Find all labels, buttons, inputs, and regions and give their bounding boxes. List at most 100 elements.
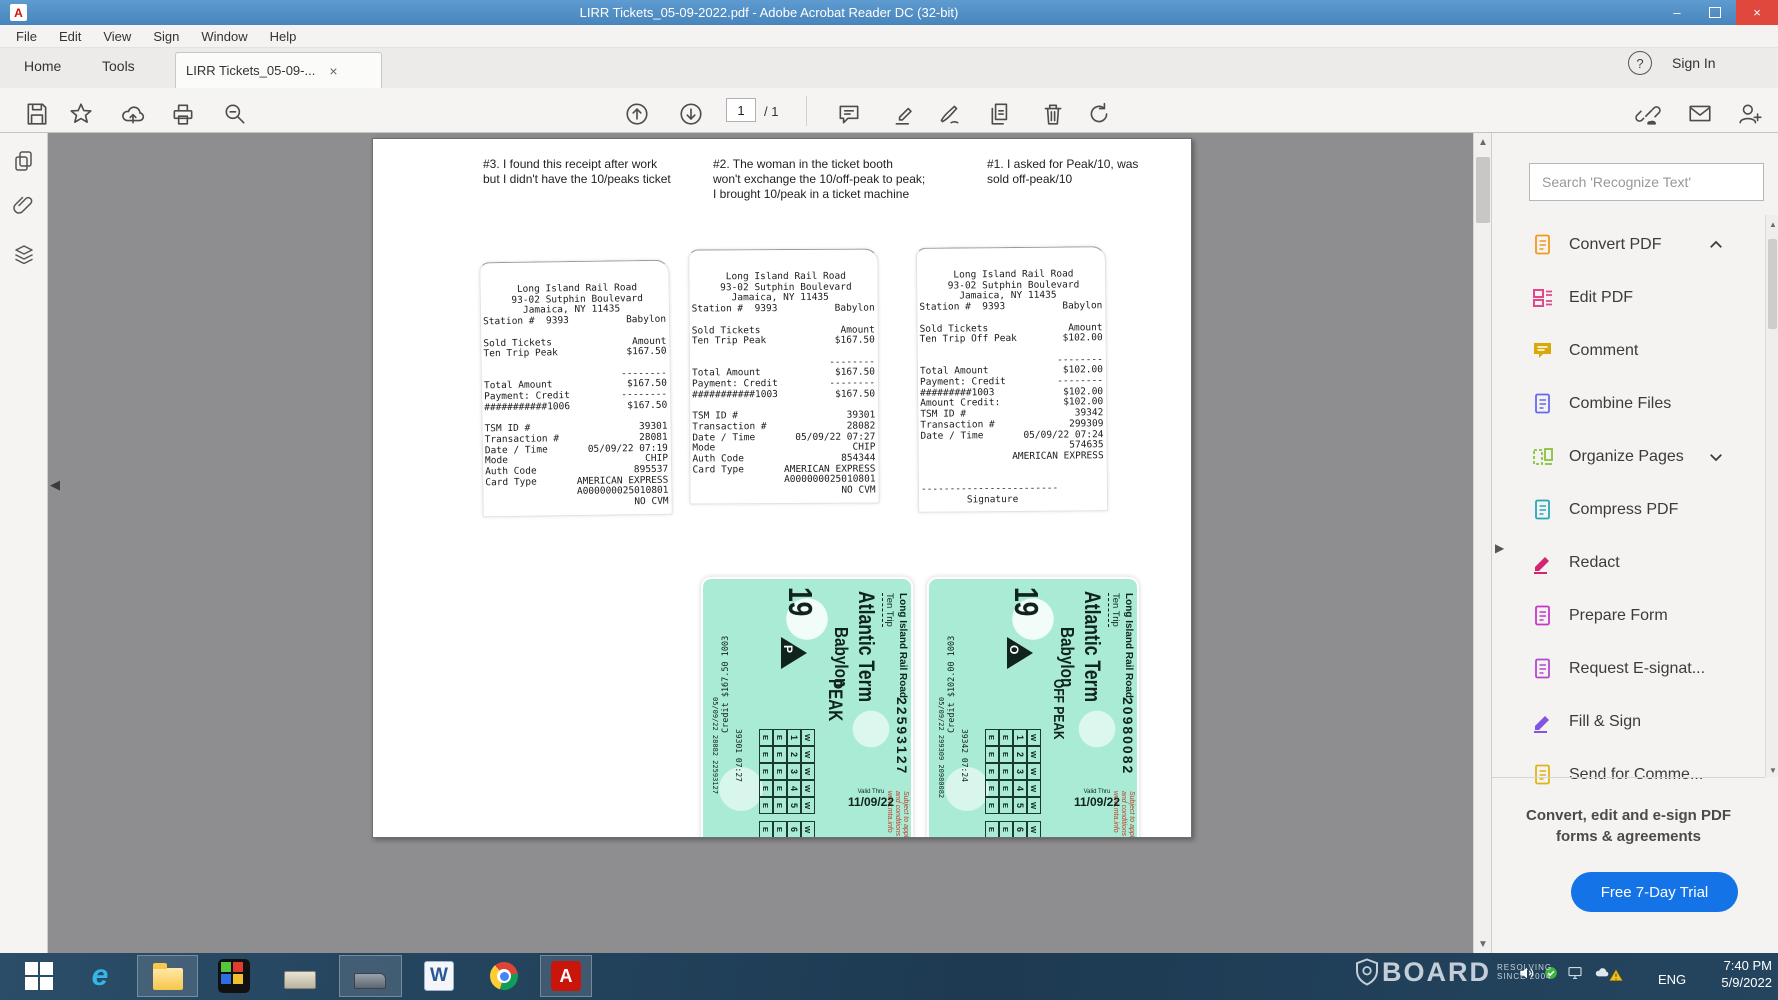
ticket-id-line: 39301 07:27 — [734, 729, 743, 782]
search-tools-input[interactable] — [1529, 163, 1764, 201]
page-number-input[interactable] — [726, 98, 756, 122]
close-button[interactable]: × — [1736, 0, 1778, 25]
favorite-star-icon[interactable] — [68, 101, 94, 127]
receipt-2-text: Long Island Rail Road 93-02 Sutphin Boul… — [691, 270, 876, 497]
panel-collapse-icon[interactable]: ▶ — [1495, 541, 1504, 555]
left-pane-collapse-icon[interactable]: ◀ — [50, 477, 60, 493]
start-button[interactable] — [23, 960, 55, 992]
export-pdf-icon[interactable] — [988, 101, 1014, 127]
minimize-button[interactable]: – — [1658, 0, 1696, 25]
previous-page-icon[interactable] — [624, 101, 650, 127]
tool-item-redact[interactable]: Redact — [1531, 536, 1757, 589]
help-icon[interactable]: ? — [1628, 51, 1652, 75]
comment-icon — [1531, 339, 1555, 363]
chevron-down-icon[interactable] — [1707, 448, 1725, 466]
ticket-origin: Atlantic Term — [854, 591, 879, 703]
menu-bar: File Edit View Sign Window Help — [0, 25, 1778, 48]
taskbar-printer-app[interactable] — [284, 960, 316, 992]
tool-item-comment[interactable]: Comment — [1531, 324, 1757, 377]
taskbar-chrome[interactable] — [488, 960, 520, 992]
tool-item-prepare-form[interactable]: Prepare Form — [1531, 589, 1757, 642]
warning-icon[interactable] — [1608, 968, 1624, 983]
ticket-punch-grid-1: WWWWW12345EEEEEEEEEE — [759, 729, 815, 814]
tool-item-label: Comment — [1569, 341, 1639, 359]
tab-home[interactable]: Home — [24, 58, 61, 74]
save-icon[interactable] — [24, 101, 50, 127]
comment-tool-icon[interactable] — [836, 101, 862, 127]
tool-item-convert-pdf[interactable]: Convert PDF — [1531, 218, 1757, 271]
pdf-note-2: #2. The woman in the ticket booth won't … — [713, 157, 926, 201]
network-monitor-icon[interactable] — [1566, 965, 1584, 981]
menu-edit[interactable]: Edit — [59, 29, 81, 44]
tool-item-send-for-comme[interactable]: Send for Comme... — [1531, 748, 1757, 801]
tool-item-compress-pdf[interactable]: Compress PDF — [1531, 483, 1757, 536]
ticket-punch-cell: W — [801, 729, 815, 746]
maximize-button[interactable] — [1696, 0, 1734, 25]
document-viewport[interactable]: ◀ #3. I found this receipt after work bu… — [48, 133, 1473, 953]
share-link-icon[interactable] — [1635, 101, 1661, 127]
ticket-punch-cell: E — [985, 797, 999, 814]
ticket-punch-cell: 6 — [1013, 821, 1027, 837]
taskbar-internet-explorer[interactable]: e — [84, 960, 116, 992]
scroll-down-icon[interactable]: ▼ — [1474, 935, 1492, 953]
share-cloud-icon[interactable] — [120, 101, 146, 127]
tool-item-combine-files[interactable]: Combine Files — [1531, 377, 1757, 430]
rotate-pages-icon[interactable] — [1086, 101, 1112, 127]
folder-icon — [153, 963, 183, 990]
document-scrollbar[interactable]: ▲ ▼ — [1473, 133, 1491, 953]
next-page-icon[interactable] — [678, 101, 704, 127]
panel-scroll-down-icon[interactable]: ▼ — [1766, 761, 1778, 779]
taskbar-acrobat[interactable]: A — [550, 960, 582, 992]
menu-sign[interactable]: Sign — [153, 29, 179, 44]
tab-close-icon[interactable]: × — [329, 63, 337, 79]
menu-file[interactable]: File — [16, 29, 37, 44]
ticket-punch-cell: E — [773, 729, 787, 746]
layers-icon[interactable] — [12, 243, 36, 267]
panel-scrollbar-thumb[interactable] — [1768, 239, 1777, 329]
tab-tools[interactable]: Tools — [102, 58, 135, 74]
ticket-punch-cell: W — [1027, 729, 1041, 746]
taskbar-file-explorer[interactable] — [152, 960, 184, 992]
delete-pages-icon[interactable] — [1040, 101, 1066, 127]
scrollbar-thumb[interactable] — [1476, 157, 1490, 223]
ticket-punch-cell: W — [1027, 746, 1041, 763]
email-icon[interactable] — [1687, 101, 1713, 127]
sign-in-link[interactable]: Sign In — [1672, 55, 1716, 71]
chevron-up-icon[interactable] — [1707, 236, 1725, 254]
screen: A LIRR Tickets_05-09-2022.pdf - Adobe Ac… — [0, 0, 1778, 1000]
ticket-bottom-line: 05/09/22 299309 20980082 — [937, 697, 945, 799]
ticket-punch-grid-2: WWWWW678910EEEEEEEEEE — [985, 821, 1041, 837]
highlight-tool-icon[interactable] — [892, 101, 918, 127]
taskbar-word[interactable]: W — [423, 960, 455, 992]
search-zoom-icon[interactable] — [222, 101, 248, 127]
menu-help[interactable]: Help — [270, 29, 297, 44]
sign-pen-icon[interactable] — [936, 101, 962, 127]
left-tool-strip — [0, 133, 48, 953]
panel-scrollbar[interactable]: ▲ ▼ — [1765, 215, 1778, 777]
ticket-punch-cell: E — [999, 729, 1013, 746]
panel-scroll-up-icon[interactable]: ▲ — [1766, 215, 1778, 233]
chrome-icon — [490, 962, 518, 990]
taskbar-scanner-app[interactable] — [354, 960, 386, 992]
pdf-page[interactable]: #3. I found this receipt after work but … — [372, 138, 1192, 838]
scroll-up-icon[interactable]: ▲ — [1474, 133, 1492, 151]
attachments-icon[interactable] — [12, 193, 36, 217]
free-trial-button[interactable]: Free 7-Day Trial — [1571, 872, 1738, 912]
menu-view[interactable]: View — [103, 29, 131, 44]
print-icon[interactable] — [170, 101, 196, 127]
tool-item-request-e-signat[interactable]: Request E-signat... — [1531, 642, 1757, 695]
share-with-others-icon[interactable] — [1737, 101, 1763, 127]
tool-item-fill-sign[interactable]: Fill & Sign — [1531, 695, 1757, 748]
ticket-punch-cell: E — [999, 821, 1013, 837]
taskbar-puzzle-app[interactable] — [218, 959, 250, 993]
tool-item-edit-pdf[interactable]: Edit PDF — [1531, 271, 1757, 324]
send-for-comme-icon — [1531, 763, 1555, 787]
tab-document[interactable]: LIRR Tickets_05-09-... × — [175, 52, 382, 88]
ticket-punch-cell: W — [801, 746, 815, 763]
tool-item-organize-pages[interactable]: Organize Pages — [1531, 430, 1757, 483]
menu-window[interactable]: Window — [201, 29, 247, 44]
page-thumbnails-icon[interactable] — [12, 149, 36, 173]
ticket-id-line: 39342 07:24 — [960, 729, 969, 782]
taskbar-clock[interactable]: 7:40 PM 5/9/2022 — [1690, 957, 1772, 991]
language-indicator[interactable]: ENG — [1658, 972, 1686, 987]
